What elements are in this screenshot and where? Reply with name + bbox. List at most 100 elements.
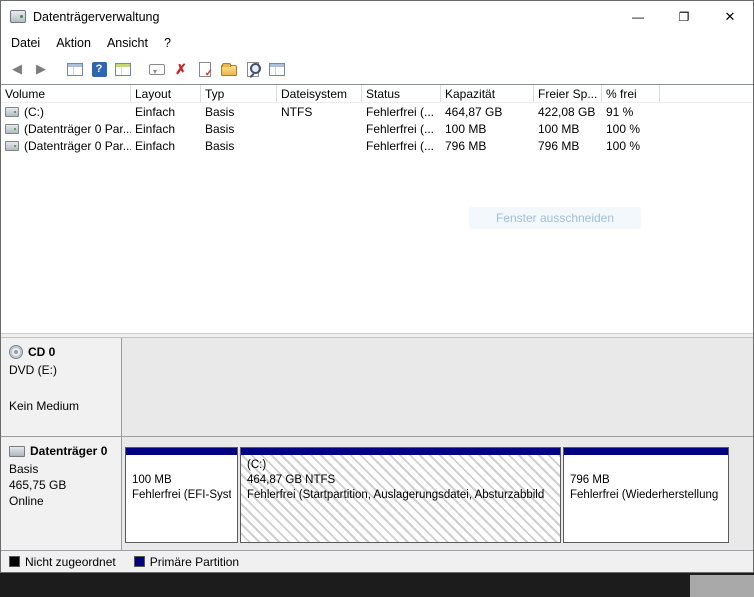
- menu-aktion[interactable]: Aktion: [48, 34, 99, 52]
- pct-frei-cell: 91 %: [602, 103, 660, 120]
- partition-color-bar: [241, 448, 560, 455]
- volume-name: (Datenträger 0 Par...: [24, 139, 131, 153]
- column-header-volume[interactable]: Volume: [1, 85, 131, 102]
- kapazitaet-cell: 100 MB: [441, 120, 534, 137]
- kapazitaet-cell: 464,87 GB: [441, 103, 534, 120]
- volume-name: (C:): [24, 105, 44, 119]
- search-icon[interactable]: [242, 58, 264, 80]
- taskbar-fragment: [690, 575, 754, 597]
- freier-sp-cell: 422,08 GB: [534, 103, 602, 120]
- menu-datei[interactable]: Datei: [3, 34, 48, 52]
- app-icon: [10, 10, 26, 23]
- cd-drive-icon: [9, 345, 23, 359]
- column-header-typ[interactable]: Typ: [201, 85, 277, 102]
- menu-bar: Datei Aktion Ansicht ?: [1, 32, 753, 54]
- disk-info-box[interactable]: Datenträger 0 Basis 465,75 GB Online: [1, 437, 122, 550]
- partition-color-bar: [126, 448, 237, 455]
- layout-cell: Einfach: [131, 137, 201, 154]
- toolbar: ◀ ▶ ? ✗: [1, 54, 753, 84]
- dateisystem-cell: [277, 137, 362, 154]
- partition-color-bar: [564, 448, 728, 455]
- cd-info-box[interactable]: CD 0 DVD (E:) Kein Medium: [1, 338, 122, 436]
- table-header: Volume Layout Typ Dateisystem Status Kap…: [1, 85, 753, 103]
- menu-hilfe[interactable]: ?: [156, 34, 179, 52]
- partition-recovery[interactable]: 796 MB Fehlerfrei (Wiederherstellung: [563, 447, 729, 543]
- table-row[interactable]: (C:) Einfach Basis NTFS Fehlerfrei (... …: [1, 103, 753, 120]
- volume-list-panel: Volume Layout Typ Dateisystem Status Kap…: [1, 84, 753, 333]
- typ-cell: Basis: [201, 120, 277, 137]
- kapazitaet-cell: 796 MB: [441, 137, 534, 154]
- legend-bar: Nicht zugeordnet Primäre Partition: [1, 550, 753, 572]
- typ-cell: Basis: [201, 103, 277, 120]
- legend-item-primary-partition: Primäre Partition: [134, 555, 239, 569]
- console-tree-icon[interactable]: [64, 58, 86, 80]
- legend-label: Nicht zugeordnet: [25, 555, 116, 569]
- list-view-icon[interactable]: [112, 58, 134, 80]
- volume-icon: [5, 107, 19, 117]
- dateisystem-cell: NTFS: [277, 103, 362, 120]
- dateisystem-cell: [277, 120, 362, 137]
- snip-tool-ghost-label: Fenster ausschneiden: [469, 207, 641, 229]
- partition-status: Fehlerfrei (Startpartition, Auslagerungs…: [247, 488, 554, 503]
- desktop-strip: [0, 573, 754, 597]
- status-cell: Fehlerfrei (...: [362, 120, 441, 137]
- volume-icon: [5, 124, 19, 134]
- volume-icon: [5, 141, 19, 151]
- cd-media-status: Kein Medium: [9, 399, 113, 413]
- disk-name: Datenträger 0: [30, 444, 107, 458]
- open-folder-icon[interactable]: [218, 58, 240, 80]
- partition-name: [132, 458, 231, 473]
- typ-cell: Basis: [201, 137, 277, 154]
- freier-sp-cell: 100 MB: [534, 120, 602, 137]
- minimize-button[interactable]: —: [615, 1, 661, 32]
- task-check-icon[interactable]: [194, 58, 216, 80]
- column-header-filler: [660, 85, 753, 102]
- disk-type: Basis: [9, 462, 113, 476]
- disk-status: Online: [9, 494, 113, 508]
- back-icon[interactable]: ◀: [6, 58, 28, 80]
- delete-volume-icon[interactable]: ✗: [170, 58, 192, 80]
- graphical-view-panel: CD 0 DVD (E:) Kein Medium Datenträger 0 …: [1, 338, 753, 550]
- column-header-dateisystem[interactable]: Dateisystem: [277, 85, 362, 102]
- pct-frei-cell: 100 %: [602, 120, 660, 137]
- partition-status: Fehlerfrei (EFI-Syst: [132, 488, 231, 503]
- primary-partition-swatch: [134, 556, 145, 567]
- partition-status: Fehlerfrei (Wiederherstellung: [570, 488, 722, 503]
- column-header-kapazitaet[interactable]: Kapazität: [441, 85, 534, 102]
- toolbar-separator: [135, 58, 145, 80]
- partition-c[interactable]: (C:) 464,87 GB NTFS Fehlerfrei (Startpar…: [240, 447, 561, 543]
- console-window-icon[interactable]: [266, 58, 288, 80]
- partition-size: 464,87 GB NTFS: [247, 473, 554, 488]
- volume-name: (Datenträger 0 Par...: [24, 122, 131, 136]
- column-header-freier-sp[interactable]: Freier Sp...: [534, 85, 602, 102]
- forward-icon[interactable]: ▶: [30, 58, 52, 80]
- column-header-pct-frei[interactable]: % frei: [602, 85, 660, 102]
- disk-size: 465,75 GB: [9, 478, 113, 492]
- disk-0-row: Datenträger 0 Basis 465,75 GB Online 100…: [1, 437, 753, 550]
- balloon-tip-icon[interactable]: [146, 58, 168, 80]
- window-title: Datenträgerverwaltung: [33, 10, 159, 24]
- help-icon[interactable]: ?: [88, 58, 110, 80]
- hard-disk-icon: [9, 446, 25, 457]
- toolbar-separator: [53, 58, 63, 80]
- table-row[interactable]: (Datenträger 0 Par... Einfach Basis Fehl…: [1, 120, 753, 137]
- status-cell: Fehlerfrei (...: [362, 103, 441, 120]
- freier-sp-cell: 796 MB: [534, 137, 602, 154]
- partition-size: 796 MB: [570, 473, 722, 488]
- layout-cell: Einfach: [131, 120, 201, 137]
- title-bar[interactable]: Datenträgerverwaltung — ❐ ✕: [1, 1, 753, 32]
- cd-name: CD 0: [28, 345, 55, 359]
- maximize-button[interactable]: ❐: [661, 1, 707, 32]
- partition-strip: 100 MB Fehlerfrei (EFI-Syst (C:) 464,87 …: [122, 437, 753, 550]
- legend-label: Primäre Partition: [150, 555, 239, 569]
- partition-size: 100 MB: [132, 473, 231, 488]
- table-row[interactable]: (Datenträger 0 Par... Einfach Basis Fehl…: [1, 137, 753, 154]
- cd-drive-letter: DVD (E:): [9, 363, 113, 377]
- close-button[interactable]: ✕: [707, 1, 753, 32]
- column-header-layout[interactable]: Layout: [131, 85, 201, 102]
- menu-ansicht[interactable]: Ansicht: [99, 34, 156, 52]
- column-header-status[interactable]: Status: [362, 85, 441, 102]
- partition-name: [570, 458, 722, 473]
- partition-efi[interactable]: 100 MB Fehlerfrei (EFI-Syst: [125, 447, 238, 543]
- pct-frei-cell: 100 %: [602, 137, 660, 154]
